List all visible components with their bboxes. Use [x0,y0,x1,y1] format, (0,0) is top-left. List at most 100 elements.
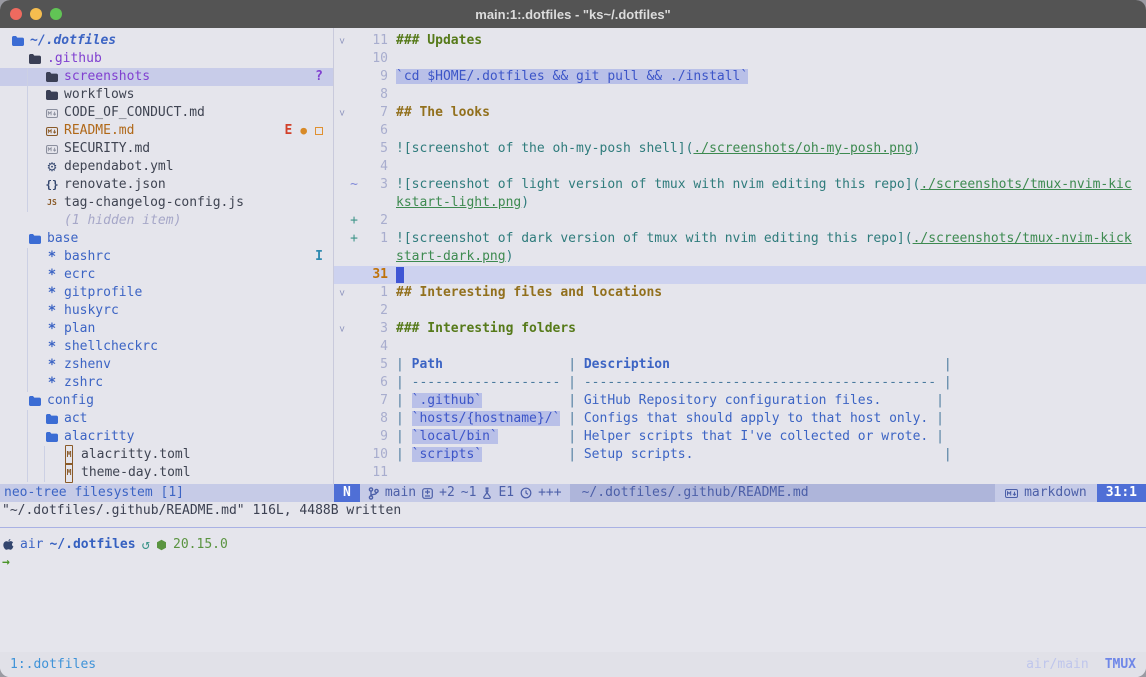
editor-line-3[interactable]: ~3![screenshot of light version of tmux … [334,176,1146,194]
gutter-gap [388,446,396,464]
editor-line-11[interactable]: >11### Updates [334,32,1146,50]
prompt-arrow[interactable]: → [2,554,1144,572]
none-icon [44,212,60,230]
zoom-window-button[interactable] [50,8,62,20]
tree-item-bashrc[interactable]: *bashrcI [0,248,333,266]
nvim-pane: ~/.dotfiles.githubscreenshots?workflowsC… [0,28,1146,484]
gutter-gap [388,356,396,374]
line-text [396,122,1146,140]
tree-item-dependabot-yml[interactable]: ⚙dependabot.yml [0,158,333,176]
diff-icon [422,488,433,499]
indent-guide [27,158,44,176]
tree-item-dotfiles[interactable]: ~/.dotfiles [0,32,333,50]
git-modified-dot-icon: ● [300,122,307,140]
text-segment [670,357,944,372]
text-segment: | [568,357,584,372]
tree-item-screenshots[interactable]: screenshots? [0,68,333,86]
fold-chevron-icon[interactable]: > [334,32,348,50]
tree-item-renovate-json[interactable]: {}renovate.json [0,176,333,194]
minimize-window-button[interactable] [30,8,42,20]
editor-line-5[interactable]: 5![screenshot of the oh-my-posh shell](.… [334,140,1146,158]
editor-line-6[interactable]: 6| ------------------- | ---------------… [334,374,1146,392]
tree-item-gitprofile[interactable]: *gitprofile [0,284,333,302]
fold-chevron-icon[interactable]: > [334,320,348,338]
tree-item-label: shellcheckrc [64,338,323,356]
sign-column [348,158,360,176]
indent-guide [10,122,27,140]
editor-buffer[interactable]: >11### Updates109`cd $HOME/.dotfiles && … [334,28,1146,484]
editor-line-2[interactable]: +2 [334,212,1146,230]
statusline-extra: +++ [538,484,561,502]
tree-item-theme-day-toml[interactable]: Mtheme-day.toml [0,464,333,482]
tmux-window-label[interactable]: 1:.dotfiles [10,657,96,672]
line-number: 11 [360,32,388,50]
editor-line-7[interactable]: 7| `.github` | GitHub Repository configu… [334,392,1146,410]
tree-item-ecrc[interactable]: *ecrc [0,266,333,284]
shell-pane[interactable]: air ~/.dotfiles ↺ 20.15.0 → [0,527,1146,652]
tree-item-shellcheckrc[interactable]: *shellcheckrc [0,338,333,356]
tree-item-code-of-conduct-md[interactable]: CODE_OF_CONDUCT.md [0,104,333,122]
tree-item-1-hidden-item[interactable]: (1 hidden item) [0,212,333,230]
star-icon: * [44,302,60,320]
line-text [396,50,1146,68]
tree-item-zshenv[interactable]: *zshenv [0,356,333,374]
editor-line-1[interactable]: +1![screenshot of dark version of tmux w… [334,230,1146,248]
fold-chevron-icon[interactable]: > [334,104,348,122]
fold-chevron-icon[interactable]: > [334,284,348,302]
sign-column [348,446,360,464]
editor-line-10[interactable]: 10 [334,50,1146,68]
editor-line-9[interactable]: 9`cd $HOME/.dotfiles && git pull && ./in… [334,68,1146,86]
sign-column [348,302,360,320]
editor-line-10[interactable]: 10| `scripts` | Setup scripts. | [334,446,1146,464]
tree-item-github[interactable]: .github [0,50,333,68]
editor-line-8[interactable]: 8 [334,86,1146,104]
text-segment: | [396,447,412,462]
editor-line-2[interactable]: 2 [334,302,1146,320]
tree-item-plan[interactable]: *plan [0,320,333,338]
tree-item-tag-changelog-config-js[interactable]: JStag-changelog-config.js [0,194,333,212]
editor-line-31[interactable]: 31 [334,266,1146,284]
tmux-status-bar: 1:.dotfiles air/main TMUX [0,652,1146,677]
editor-line-8[interactable]: 8| `hosts/{hostname}/` | Configs that sh… [334,410,1146,428]
tree-item-alacritty[interactable]: alacritty [0,428,333,446]
tree-item-base[interactable]: base [0,230,333,248]
editor-line-4[interactable]: 4 [334,338,1146,356]
tree-item-label: dependabot.yml [64,158,323,176]
editor-line-wrap-9[interactable]: kstart-light.png) [334,194,1146,212]
tree-item-config[interactable]: config [0,392,333,410]
line-text: | ------------------- | ----------------… [396,374,1146,392]
tree-item-readme-md[interactable]: README.mdE● [0,122,333,140]
editor-line-1[interactable]: >1## Interesting files and locations [334,284,1146,302]
editor-line-9[interactable]: 9| `local/bin` | Helper scripts that I'v… [334,428,1146,446]
close-window-button[interactable] [10,8,22,20]
star-icon: * [44,356,60,374]
tree-item-workflows[interactable]: workflows [0,86,333,104]
md-file-icon [44,127,60,136]
editor-line-11[interactable]: 11 [334,464,1146,482]
indent-guide [10,248,27,266]
tree-item-huskyrc[interactable]: *huskyrc [0,302,333,320]
tree-item-alacritty-toml[interactable]: Malacritty.toml [0,446,333,464]
editor-line-wrap-12[interactable]: start-dark.png) [334,248,1146,266]
editor-line-4[interactable]: 4 [334,158,1146,176]
tree-item-act[interactable]: act [0,410,333,428]
tree-item-zshrc[interactable]: *zshrc [0,374,333,392]
markdown-icon [1005,489,1018,498]
git-status-square-icon [315,127,323,135]
editor-line-3[interactable]: >3### Interesting folders [334,320,1146,338]
indent-guide [27,446,44,464]
indent-guide [10,86,27,104]
gutter-gap [388,86,396,104]
editor-line-7[interactable]: >7## The looks [334,104,1146,122]
diagnostic-badge: I [315,248,323,266]
editor-line-6[interactable]: 6 [334,122,1146,140]
sign-column [348,410,360,428]
editor-line-5[interactable]: 5| Path | Description | [334,356,1146,374]
tree-item-security-md[interactable]: SECURITY.md [0,140,333,158]
tree-item-label: ~/.dotfiles [30,32,323,50]
line-text: | `.github` | GitHub Repository configur… [396,392,1146,410]
tree-item-label: .github [47,50,323,68]
line-number [360,248,388,266]
gutter-gap [388,392,396,410]
indent-guide [27,320,44,338]
